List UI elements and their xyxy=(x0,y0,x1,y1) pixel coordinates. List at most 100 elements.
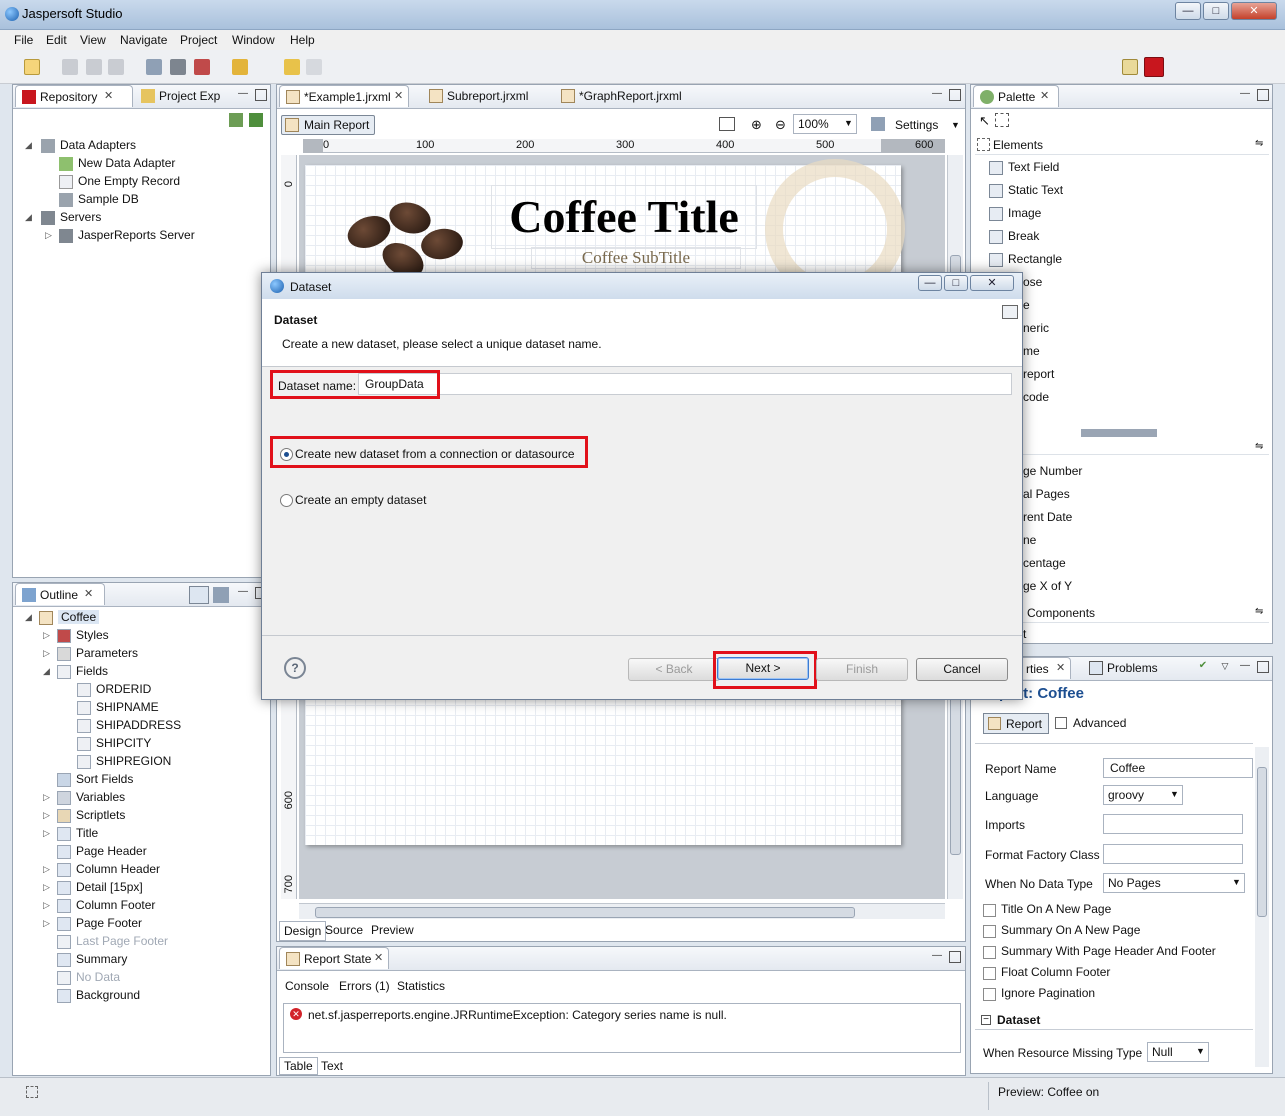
properties-scrollbar[interactable] xyxy=(1255,747,1269,1067)
collapse-section-icon[interactable]: ⇋ xyxy=(1255,441,1263,452)
tab-project-explorer[interactable]: Project Exp xyxy=(135,85,235,107)
expand-icon[interactable]: ▷ xyxy=(45,230,52,241)
collapse-section-icon[interactable]: ⇋ xyxy=(1255,606,1263,617)
minimize-panel-icon[interactable]: — xyxy=(931,89,943,101)
run-icon[interactable] xyxy=(232,59,248,75)
minimize-panel-icon[interactable]: — xyxy=(237,89,249,101)
tab-graphreport[interactable]: *GraphReport.jrxml xyxy=(555,85,703,107)
menu-file[interactable]: File xyxy=(14,33,33,47)
maximize-panel-icon[interactable] xyxy=(1257,89,1269,101)
zoom-select[interactable]: 100% ▼ xyxy=(793,114,857,134)
minimize-panel-icon[interactable]: — xyxy=(1239,89,1251,101)
dialog-minimize-button[interactable]: — xyxy=(918,275,942,291)
expand-icon[interactable]: ▷ xyxy=(43,864,50,875)
tab-outline[interactable]: Outline ✕ xyxy=(15,583,105,605)
back-button[interactable]: < Back xyxy=(628,658,720,681)
expand-icon[interactable]: ▷ xyxy=(43,792,50,803)
scrollbar-thumb[interactable] xyxy=(1257,767,1267,917)
tab-subreport[interactable]: Subreport.jrxml xyxy=(423,85,553,107)
property-checkbox-label[interactable]: Summary With Page Header And Footer xyxy=(1001,944,1216,958)
format-factory-input[interactable] xyxy=(1103,844,1243,864)
property-checkbox-label[interactable]: Summary On A New Page xyxy=(1001,923,1140,937)
property-checkbox[interactable] xyxy=(983,946,996,959)
wizard-icon[interactable] xyxy=(194,59,210,75)
new-server-icon[interactable] xyxy=(249,113,263,127)
property-checkbox-label[interactable]: Ignore Pagination xyxy=(1001,986,1095,1000)
zoom-in-icon[interactable]: ⊕ xyxy=(751,117,762,133)
settings-menu[interactable]: Settings xyxy=(895,118,938,132)
palette-section-elements[interactable]: Elements ⇋ xyxy=(975,135,1269,155)
report-subtitle-field[interactable]: Coffee SubTitle xyxy=(531,247,741,269)
property-checkbox[interactable] xyxy=(983,925,996,938)
dataset-icon[interactable] xyxy=(170,59,186,75)
tab-table[interactable]: Table xyxy=(279,1057,318,1075)
marquee-icon[interactable] xyxy=(995,113,1009,127)
print-icon[interactable] xyxy=(108,59,124,75)
when-no-data-select[interactable]: No Pages ▼ xyxy=(1103,873,1245,893)
jaspersoft-perspective-icon[interactable] xyxy=(1144,57,1164,77)
palette-item-label[interactable]: t xyxy=(1023,627,1026,641)
open-perspective-icon[interactable] xyxy=(1122,59,1138,75)
close-tab-icon[interactable]: ✕ xyxy=(104,89,113,102)
close-tab-icon[interactable]: ✕ xyxy=(84,587,93,600)
property-checkbox-label[interactable]: Title On A New Page xyxy=(1001,902,1111,916)
pin-icon[interactable]: ✔ xyxy=(1197,661,1209,673)
collapse-icon[interactable]: ◢ xyxy=(25,612,32,623)
dialog-close-button[interactable]: ✕ xyxy=(970,275,1014,291)
expand-icon[interactable]: ▷ xyxy=(43,828,50,839)
property-checkbox-label[interactable]: Float Column Footer xyxy=(1001,965,1110,979)
new-adapter-icon[interactable] xyxy=(229,113,243,127)
cancel-button[interactable]: Cancel xyxy=(916,658,1008,681)
property-checkbox[interactable] xyxy=(983,988,996,1001)
menu-project[interactable]: Project xyxy=(180,33,217,47)
tab-advanced-properties[interactable]: Advanced xyxy=(1073,716,1126,730)
expand-icon[interactable]: ▷ xyxy=(43,882,50,893)
collapse-section-icon[interactable]: − xyxy=(981,1015,991,1025)
tab-report-state[interactable]: Report State ✕ xyxy=(279,947,389,969)
property-checkbox[interactable] xyxy=(983,904,996,917)
expand-icon[interactable]: ▷ xyxy=(43,918,50,929)
minimize-panel-icon[interactable]: — xyxy=(1239,661,1251,673)
horizontal-scrollbar[interactable] xyxy=(299,903,945,919)
scrollbar-thumb[interactable] xyxy=(315,907,855,918)
maximize-panel-icon[interactable] xyxy=(949,951,961,963)
zoom-out-icon[interactable]: ⊖ xyxy=(775,117,786,133)
tab-statistics[interactable]: Statistics xyxy=(397,979,445,993)
palette-scroll-handle[interactable] xyxy=(1081,429,1157,437)
new-file-icon[interactable] xyxy=(24,59,40,75)
property-checkbox[interactable] xyxy=(983,967,996,980)
select-arrow-icon[interactable]: ↖ xyxy=(979,113,990,129)
collapse-icon[interactable]: ◢ xyxy=(25,140,32,151)
radio-empty-dataset[interactable] xyxy=(280,494,293,507)
dataset-name-input[interactable]: GroupData xyxy=(358,373,1012,395)
link-editor-icon[interactable] xyxy=(213,587,229,603)
report-name-input[interactable]: Coffee xyxy=(1103,758,1253,778)
close-tab-icon[interactable]: ✕ xyxy=(1040,89,1049,102)
maximize-panel-icon[interactable] xyxy=(949,89,961,101)
page-layout-icon[interactable] xyxy=(719,117,735,131)
expand-icon[interactable]: ▷ xyxy=(43,648,50,659)
tab-preview[interactable]: Preview xyxy=(371,923,414,937)
tab-source[interactable]: Source xyxy=(325,923,363,937)
close-tab-icon[interactable]: ✕ xyxy=(1056,661,1065,674)
maximize-window-button[interactable]: □ xyxy=(1203,2,1229,20)
close-tab-icon[interactable]: ✕ xyxy=(374,951,383,964)
tab-palette[interactable]: Palette ✕ xyxy=(973,85,1059,107)
menu-view[interactable]: View xyxy=(80,33,106,47)
help-icon[interactable]: ? xyxy=(284,657,306,679)
collapse-icon[interactable]: ◢ xyxy=(25,212,32,223)
menu-window[interactable]: Window xyxy=(232,33,275,47)
save-icon[interactable] xyxy=(62,59,78,75)
back-arrow-icon[interactable] xyxy=(284,59,300,75)
collapse-section-icon[interactable]: ⇋ xyxy=(1255,138,1263,149)
view-menu-icon[interactable]: ▽ xyxy=(1219,661,1231,673)
tab-console[interactable]: Console xyxy=(285,979,329,993)
chevron-down-icon[interactable]: ▼ xyxy=(951,120,960,130)
minimize-window-button[interactable]: — xyxy=(1175,2,1201,20)
tab-report-properties[interactable]: Report xyxy=(983,713,1049,734)
close-window-button[interactable]: ✕ xyxy=(1231,2,1277,20)
compile-report-icon[interactable] xyxy=(146,59,162,75)
expand-icon[interactable]: ▷ xyxy=(43,900,50,911)
dataset-section-header[interactable]: − Dataset xyxy=(975,1012,1253,1030)
expand-icon[interactable]: ▷ xyxy=(43,810,50,821)
